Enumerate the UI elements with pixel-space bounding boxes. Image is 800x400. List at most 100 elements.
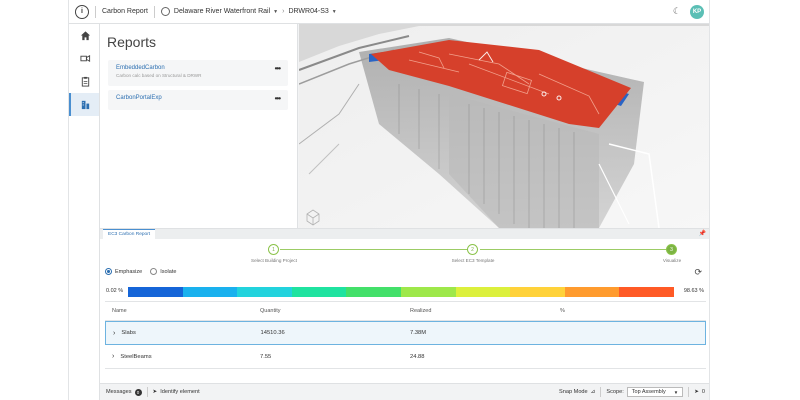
rail-item-reports[interactable] — [69, 93, 99, 116]
cursor-icon: ➤ — [152, 389, 158, 395]
color-scale-segment — [619, 287, 674, 297]
rail-item-home[interactable] — [69, 24, 99, 47]
carbon-report-widget: EC3 Carbon Report 📌 1 2 3 Select Buildin… — [100, 228, 709, 383]
row-name-cell: › SteelBeams — [105, 353, 260, 360]
column-header-name[interactable]: Name — [105, 308, 260, 314]
color-scale-bar — [128, 287, 674, 297]
step-connector — [480, 249, 668, 251]
color-scale-segment — [237, 287, 292, 297]
snap-mode-label[interactable]: Snap Mode — [559, 389, 588, 395]
pin-icon[interactable]: 📌 — [699, 230, 706, 237]
project-icon — [160, 7, 170, 16]
divider — [146, 387, 148, 397]
step-2-indicator[interactable]: 2 — [467, 244, 478, 255]
color-scale-segment — [564, 287, 620, 297]
scope-select[interactable]: Top Assembly ▼ — [626, 387, 684, 397]
widget-tab-strip: EC3 Carbon Report 📌 — [100, 229, 709, 239]
top-bar: i Carbon Report Delaware River Waterfron… — [69, 0, 709, 24]
color-scale-segment — [128, 287, 183, 297]
table-header: Name Quantity Realized % — [105, 301, 706, 321]
chevron-right-icon[interactable]: › — [113, 330, 115, 337]
color-scale-segment — [510, 287, 565, 297]
color-scale: 0.02 % 98.63 % — [100, 286, 709, 298]
chevron-right-icon[interactable]: › — [112, 353, 114, 360]
clipboard-icon — [81, 76, 89, 87]
isolate-radio[interactable] — [150, 268, 158, 275]
rail-item-clipboard[interactable] — [69, 70, 99, 93]
column-header-quantity[interactable]: Quantity — [260, 308, 410, 314]
row-quantity: 14510.36 — [260, 330, 285, 336]
project-selector[interactable]: Delaware River Waterfront Rail — [174, 8, 270, 15]
reports-title: Reports — [107, 34, 157, 50]
step-3-indicator[interactable]: 3 — [666, 244, 677, 255]
home-icon — [80, 31, 90, 41]
results-table: Name Quantity Realized % › Slabs 14510.3… — [105, 301, 706, 369]
report-description: Carbon calc based on Structural & DRWR — [116, 73, 202, 78]
model-selector[interactable]: DRWR04-S3 — [288, 8, 328, 15]
scope-value: Top Assembly — [631, 389, 666, 395]
camera-views-icon — [79, 54, 90, 63]
app-title: Carbon Report — [102, 8, 148, 15]
divider — [600, 387, 602, 397]
more-options-icon[interactable]: ••• — [275, 64, 281, 73]
table-row[interactable]: › Slabs 14510.36 7.38M — [105, 321, 706, 345]
step-3-label: Visualize — [662, 258, 682, 263]
theme-toggle-icon[interactable]: ☾ — [673, 6, 681, 17]
scale-min-label: 0.02 % — [106, 288, 124, 294]
row-name: Slabs — [121, 330, 136, 336]
step-1-label: Select Building Project — [251, 258, 297, 263]
divider — [153, 5, 155, 18]
building-model-render — [299, 24, 709, 228]
chevron-down-icon[interactable]: ▼ — [332, 9, 337, 15]
report-name[interactable]: EmbeddedCarbon — [116, 65, 288, 71]
step-2-label: Select EC3 Template — [451, 258, 495, 263]
selection-count: 0 — [701, 389, 705, 395]
messages-count-badge: 0 — [134, 388, 142, 396]
workflow-stepper: 1 2 3 Select Building Project Select EC3… — [100, 243, 709, 267]
report-card-embeddedcarbon[interactable]: EmbeddedCarbon Carbon calc based on Stru… — [108, 60, 288, 86]
row-realized: 24.88 — [410, 353, 425, 360]
status-bar: Messages 0 ➤ Identify element Snap Mode … — [100, 383, 709, 400]
breadcrumb-separator: › — [282, 8, 285, 15]
display-mode-group: Emphasize Isolate — [105, 268, 176, 275]
building-report-icon — [81, 100, 89, 110]
tab-ec3-carbon-report[interactable]: EC3 Carbon Report — [103, 229, 156, 239]
report-card-carbonportalexp[interactable]: CarbonPortalExp ••• — [108, 90, 288, 110]
left-rail — [69, 24, 100, 400]
rail-item-views[interactable] — [69, 47, 99, 70]
row-name-cell: › Slabs — [106, 330, 261, 337]
avatar[interactable]: KP — [690, 4, 704, 19]
identify-element-label[interactable]: Identify element — [160, 389, 200, 395]
color-scale-segment — [400, 287, 456, 297]
color-scale-segment — [182, 287, 238, 297]
column-header-percent[interactable]: % — [560, 308, 706, 314]
step-connector — [280, 249, 472, 251]
row-name: SteelBeams — [120, 353, 152, 360]
messages-label[interactable]: Messages — [106, 389, 132, 395]
more-options-icon[interactable]: ••• — [275, 94, 281, 103]
step-1-indicator[interactable]: 1 — [268, 244, 279, 255]
report-name[interactable]: CarbonPortalExp — [116, 95, 288, 101]
app-window: i Carbon Report Delaware River Waterfron… — [68, 0, 710, 400]
app-logo-icon[interactable]: i — [75, 4, 89, 19]
row-quantity: 7.55 — [260, 353, 272, 360]
divider — [688, 387, 690, 397]
refresh-icon[interactable]: ⟳ — [694, 267, 702, 278]
column-header-realized[interactable]: Realized — [410, 308, 560, 314]
divider — [95, 5, 96, 18]
table-row[interactable]: › SteelBeams 7.55 24.88 — [105, 345, 706, 369]
selection-cursor-icon: ➤ — [694, 389, 699, 395]
isolate-label[interactable]: Isolate — [160, 269, 176, 275]
3d-viewport[interactable] — [299, 24, 709, 228]
row-realized: 7.38M — [410, 330, 427, 336]
chevron-down-icon[interactable]: ▼ — [273, 9, 278, 15]
topbar-right: ☾ KP — [673, 4, 704, 19]
emphasize-radio[interactable] — [105, 268, 112, 275]
color-scale-segment — [291, 287, 347, 297]
emphasize-label[interactable]: Emphasize — [115, 269, 142, 275]
scope-label: Scope: — [606, 389, 624, 395]
scale-max-label: 98.63 % — [683, 288, 704, 294]
color-scale-segment — [455, 287, 511, 297]
reports-panel: Reports EmbeddedCarbon Carbon calc based… — [100, 24, 298, 228]
snap-icon[interactable]: ⊿ — [591, 389, 596, 395]
